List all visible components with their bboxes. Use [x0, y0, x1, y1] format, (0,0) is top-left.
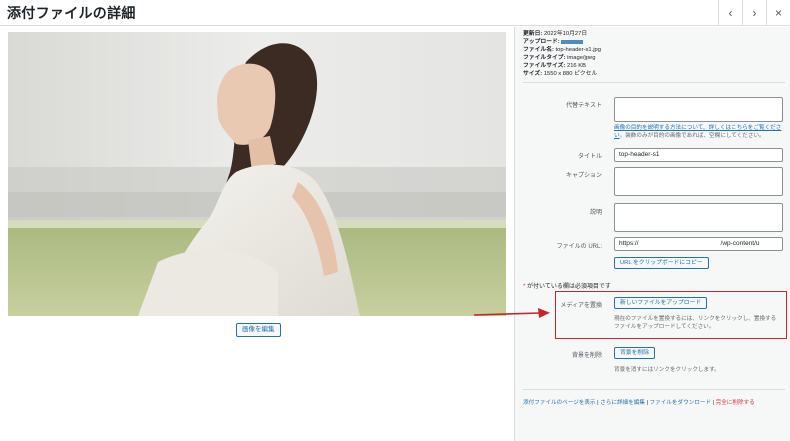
- edit-image-button[interactable]: 画像を編集: [236, 323, 281, 337]
- divider: [523, 389, 785, 390]
- file-url-field[interactable]: https:///wp-content/u: [614, 237, 783, 251]
- upload-new-file-button[interactable]: 新しいファイルをアップロード: [614, 297, 708, 309]
- required-note: * が付いている欄は必須項目です: [523, 284, 611, 290]
- close-modal-button[interactable]: ×: [766, 0, 790, 26]
- attachment-preview-pane: 画像を編集: [0, 27, 514, 441]
- annotation-arrow: [474, 308, 550, 318]
- remove-background-button[interactable]: 背景を削除: [614, 347, 655, 359]
- attachment-image: [8, 32, 506, 316]
- close-icon: ×: [774, 6, 782, 20]
- meta-filename: ファイル名: top-header-s1.jpg: [523, 47, 601, 54]
- replace-media-label: メディアを置換: [560, 303, 602, 309]
- previous-attachment-button[interactable]: ‹: [718, 0, 742, 26]
- edit-more-details-link[interactable]: さらに詳細を編集: [600, 400, 645, 406]
- attachment-details-sidebar: 更新日: 2022年10月27日 アップロード: ファイル名: top-head…: [514, 27, 790, 441]
- meta-filetype: ファイルタイプ: image/jpeg: [523, 55, 596, 62]
- remove-background-label: 背景を削除: [571, 353, 602, 359]
- caption-label: キャプション: [565, 173, 602, 179]
- description-label: 説明: [589, 210, 602, 216]
- meta-uploaded-on: 更新日: 2022年10月27日: [523, 31, 588, 37]
- view-attachment-page-link[interactable]: 添付ファイルのページを表示: [523, 400, 596, 406]
- replace-media-help: 現在のファイルを置換するには、リンクをクリックし、置換するファイルをアップロード…: [614, 316, 777, 330]
- alt-text-field[interactable]: [614, 97, 783, 122]
- remove-background-help: 背景を消すにはリンクをクリックします。: [614, 367, 720, 373]
- download-file-link[interactable]: ファイルをダウンロード: [650, 400, 712, 406]
- meta-filesize: ファイルサイズ: 216 KB: [523, 63, 586, 70]
- alt-text-label: 代替テキスト: [566, 103, 602, 109]
- attachment-actions: 添付ファイルのページを表示 | さらに詳細を編集 | ファイルをダウンロード |…: [523, 400, 755, 406]
- chevron-right-icon: ›: [752, 6, 757, 20]
- description-field[interactable]: [614, 203, 783, 232]
- modal-header: 添付ファイルの詳細 ‹ › ×: [0, 0, 790, 26]
- modal-title: 添付ファイルの詳細: [7, 5, 136, 21]
- delete-permanently-link[interactable]: 完全に削除する: [716, 400, 755, 406]
- title-field[interactable]: top-header-s1: [614, 148, 783, 162]
- meta-dimensions: サイズ: 1550 x 880 ピクセル: [523, 71, 598, 78]
- divider: [523, 82, 785, 83]
- meta-uploaded-by: アップロード:: [523, 38, 601, 46]
- uploader-link[interactable]: [561, 39, 584, 44]
- file-meta: 更新日: 2022年10月27日 アップロード: ファイル名: top-head…: [523, 30, 601, 79]
- chevron-left-icon: ‹: [728, 6, 733, 20]
- copy-url-button[interactable]: URL をクリップボードにコピー: [614, 257, 709, 269]
- alt-text-help: 画像の目的を説明する方法について、詳しくはこちらをご覧ください。装飾のみが目的の…: [614, 125, 782, 139]
- file-url-label: ファイルの URL:: [556, 244, 602, 250]
- next-attachment-button[interactable]: ›: [742, 0, 766, 26]
- title-label: タイトル: [577, 154, 602, 160]
- caption-field[interactable]: [614, 167, 783, 196]
